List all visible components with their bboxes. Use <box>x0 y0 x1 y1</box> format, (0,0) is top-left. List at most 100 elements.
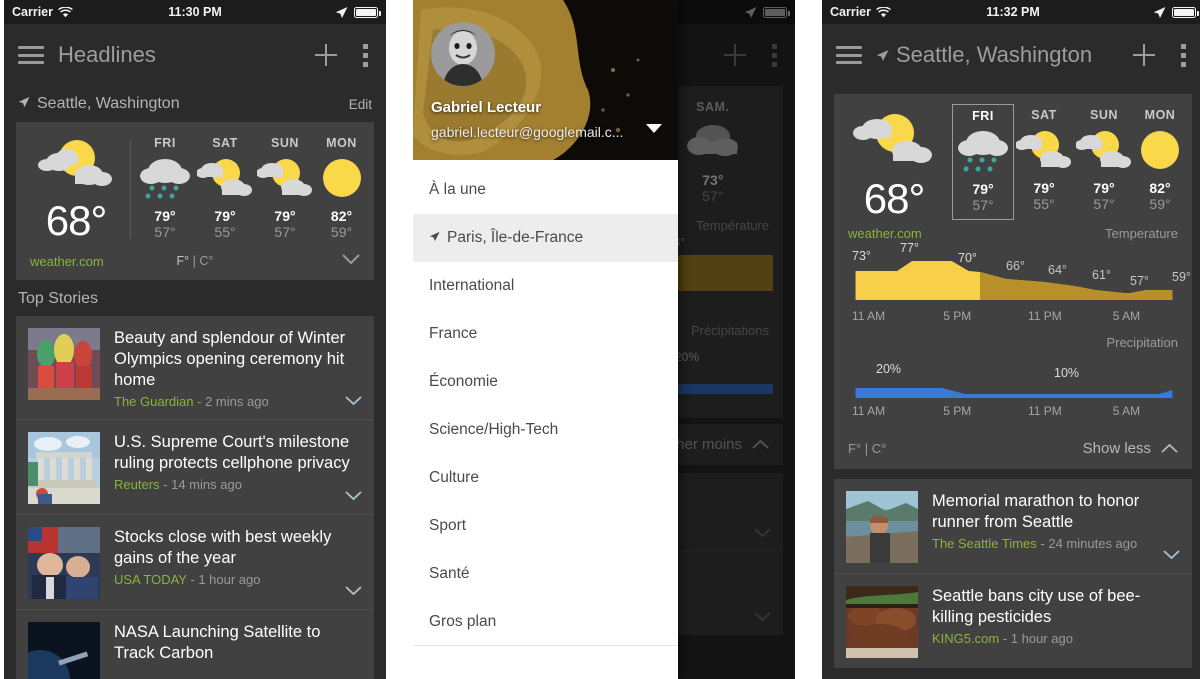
forecast-dow: FRI <box>972 109 994 123</box>
drawer-item-label: À la une <box>429 181 486 198</box>
forecast-low: 55° <box>1033 196 1055 212</box>
list-item[interactable]: NASA Launching Satellite to Track Carbon <box>16 608 374 679</box>
forecast-high: 82° <box>330 208 353 224</box>
unit-celsius[interactable]: C° <box>199 254 213 268</box>
drawer-item-label: Sport <box>429 517 467 534</box>
sleet-icon <box>137 152 193 204</box>
drawer-item-label: France <box>429 325 478 342</box>
account-name: Gabriel Lecteur <box>431 99 542 116</box>
list-item[interactable]: Stocks close with best weekly gains of t… <box>16 513 374 609</box>
story-thumbnail <box>28 431 100 504</box>
forecast-day-mon[interactable]: MON 82° 59° <box>315 132 368 246</box>
plus-icon[interactable] <box>315 44 337 66</box>
chevron-up-icon[interactable] <box>1161 440 1178 457</box>
drawer-item-economie[interactable]: Économie <box>413 358 678 406</box>
axis-tick: 11 PM <box>1028 309 1062 323</box>
drawer-item-science-high-tech[interactable]: Science/High-Tech <box>413 406 678 454</box>
location-row[interactable]: Seattle, Washington Edit <box>4 86 386 122</box>
story-body: Stocks close with best weekly gains of t… <box>114 527 362 599</box>
story-time: 24 minutes ago <box>1048 535 1138 551</box>
unit-celsius[interactable]: C° <box>872 441 887 456</box>
temp-point-label: 73° <box>852 249 871 263</box>
temp-point-label: 59° <box>1172 270 1191 284</box>
caret-down-icon[interactable] <box>646 120 662 138</box>
kebab-overflow-icon[interactable] <box>1181 43 1186 67</box>
avatar[interactable] <box>431 22 495 86</box>
forecast-low: 59° <box>330 224 353 240</box>
weather-card-source-row: weather.com Temperature <box>834 224 1192 245</box>
weather-card[interactable]: 68° FRI 79° 57° SAT 79° 55° SUN 79° 57° … <box>16 122 374 280</box>
list-item[interactable]: U.S. Supreme Court's milestone ruling pr… <box>16 418 374 514</box>
forecast-dow: SUN <box>271 136 299 150</box>
edit-button[interactable]: Edit <box>349 97 372 112</box>
chevron-down-icon[interactable] <box>345 488 362 506</box>
drawer-item-a-la-une[interactable]: À la une <box>413 166 678 214</box>
show-less-label: Show less <box>1082 440 1151 457</box>
story-body: Seattle bans city use of bee-killing pes… <box>932 586 1180 658</box>
forecast-day-mon[interactable]: MON 82° 59° <box>1134 104 1186 220</box>
unit-toggle[interactable]: F° | C° <box>16 254 374 268</box>
page-title: Headlines <box>58 42 156 67</box>
drawer-item-france[interactable]: France <box>413 310 678 358</box>
location-arrow-icon <box>876 42 889 68</box>
forecast-dow: SAT <box>1031 108 1057 122</box>
precipitation-chart: 20% 10% <box>834 352 1192 404</box>
forecast-day-sat[interactable]: SAT 79° 55° <box>195 132 255 246</box>
unit-toggle[interactable]: F° | C° <box>848 441 886 456</box>
story-thumbnail <box>846 491 918 563</box>
unit-fahrenheit[interactable]: F° <box>848 441 861 456</box>
hamburger-menu-icon[interactable] <box>836 46 862 64</box>
list-item[interactable]: Memorial marathon to honor runner from S… <box>834 479 1192 573</box>
location-text-group: Seattle, Washington <box>18 95 180 113</box>
status-bar: Carrier 11:32 PM <box>822 0 1200 24</box>
chevron-down-icon[interactable] <box>342 252 360 270</box>
drawer-item-sport[interactable]: Sport <box>413 502 678 550</box>
drawer-item-gros-plan[interactable]: Gros plan <box>413 598 678 645</box>
forecast-high: 79° <box>274 208 296 224</box>
unit-fahrenheit[interactable]: F° <box>177 254 190 268</box>
drawer-item-paris[interactable]: Paris, Île-de-France <box>413 214 678 262</box>
current-temperature: 68° <box>45 197 108 244</box>
forecast-dow: MON <box>326 136 357 150</box>
forecast-day-fri[interactable]: FRI 79° 57° <box>952 104 1014 220</box>
drawer-account-header[interactable]: Gabriel Lecteur gabriel.lecteur@googlema… <box>413 0 678 160</box>
partly-cloudy-icon <box>1016 124 1072 176</box>
temp-point-label: 57° <box>1130 274 1149 288</box>
story-source: The Guardian <box>114 393 194 409</box>
sleet-icon <box>955 125 1011 177</box>
partly-cloudy-icon <box>257 152 313 204</box>
plus-icon[interactable] <box>1133 44 1155 66</box>
show-less-button[interactable]: Show less <box>1083 440 1178 457</box>
forecast-day-sun[interactable]: SUN 79° 57° <box>1074 104 1134 220</box>
chevron-down-icon[interactable] <box>1163 547 1180 565</box>
forecast-day-sun[interactable]: SUN 79° 57° <box>255 132 315 246</box>
status-time: 11:32 PM <box>986 5 1040 19</box>
weather-source-link[interactable]: weather.com <box>848 226 922 241</box>
story-thumbnail <box>28 526 100 599</box>
weather-card[interactable]: 68° FRI 79° 57° SAT 79° 55° SUN 79° 57° … <box>834 94 1192 428</box>
drawer-item-culture[interactable]: Culture <box>413 454 678 502</box>
page-title-group: Seattle, Washington <box>876 42 1119 68</box>
chevron-down-icon[interactable] <box>345 583 362 601</box>
kebab-overflow-icon[interactable] <box>363 43 368 67</box>
sunny-icon <box>318 152 366 204</box>
hamburger-menu-icon[interactable] <box>18 46 44 64</box>
temperature-axis-ticks: 11 AM 5 PM 11 PM 5 AM <box>834 307 1192 327</box>
current-conditions: 68° <box>22 132 130 246</box>
chevron-down-icon[interactable] <box>345 393 362 411</box>
current-temperature: 68° <box>863 175 926 222</box>
forecast-day-fri[interactable]: FRI 79° 57° <box>135 132 195 246</box>
drawer-item-label: Science/High-Tech <box>429 421 559 438</box>
forecast-day-sat[interactable]: SAT 79° 55° <box>1014 104 1074 220</box>
partly-cloudy-icon <box>1076 124 1132 176</box>
drawer-item-international[interactable]: International <box>413 262 678 310</box>
weather-card-top: 68° FRI 79° 57° SAT 79° 55° SUN 79° 57° … <box>834 94 1192 224</box>
location-arrow-icon <box>429 229 440 247</box>
story-separator: - <box>197 393 206 409</box>
drawer-item-sante[interactable]: Santé <box>413 550 678 598</box>
forecast-dow: SUN <box>1090 108 1118 122</box>
list-item[interactable]: Beauty and splendour of Winter Olympics … <box>16 316 374 419</box>
forecast-dow: MON <box>1144 108 1176 122</box>
list-item[interactable]: Seattle bans city use of bee-killing pes… <box>834 573 1192 668</box>
story-time: 1 hour ago <box>1010 630 1073 646</box>
